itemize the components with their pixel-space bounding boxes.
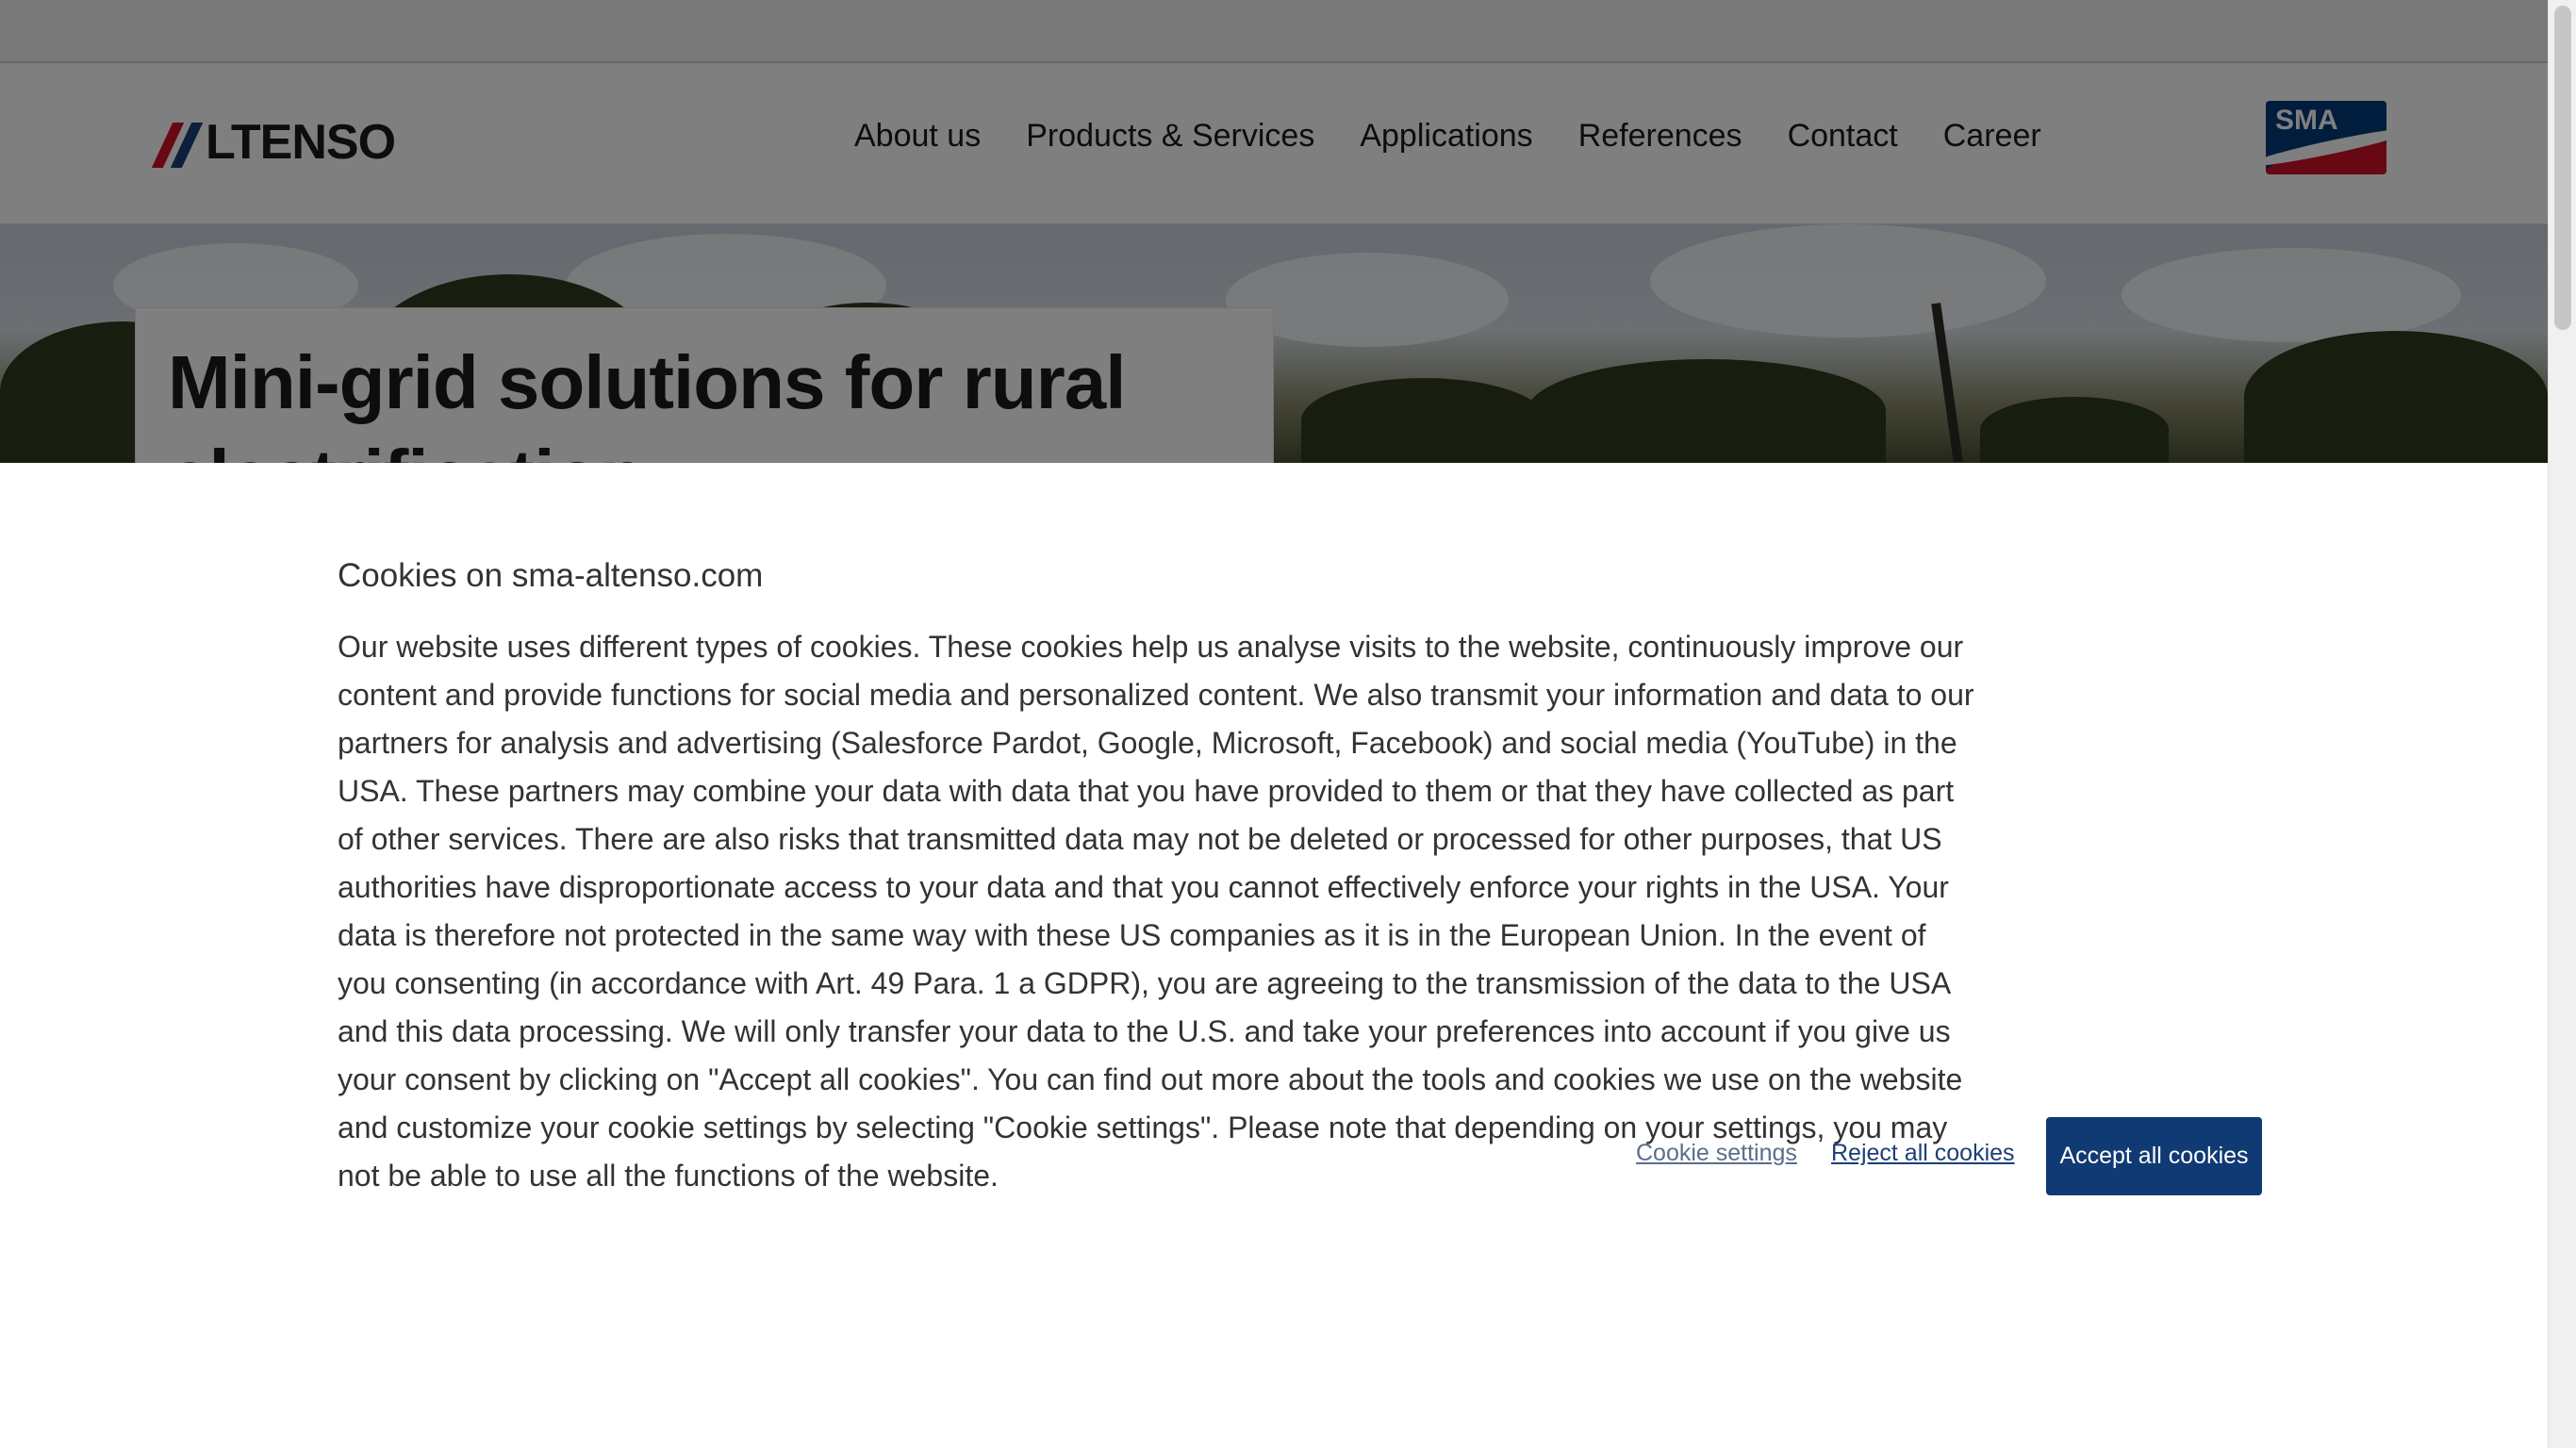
page: LTENSO About us Products & Services Appl… xyxy=(0,0,2548,1448)
page-scrollbar[interactable] xyxy=(2548,0,2576,1448)
cookie-banner: Cookies on sma-altenso.com Our website u… xyxy=(0,463,2548,1448)
scrollbar-thumb[interactable] xyxy=(2554,6,2571,330)
cookie-banner-title: Cookies on sma-altenso.com xyxy=(338,557,764,594)
accept-all-cookies-button[interactable]: Accept all cookies xyxy=(2046,1117,2262,1195)
cookie-banner-text: Our website uses different types of cook… xyxy=(338,630,1974,1193)
cookie-settings-link[interactable]: Cookie settings xyxy=(1636,1140,1797,1167)
reject-all-cookies-link[interactable]: Reject all cookies xyxy=(1831,1140,2015,1167)
modal-backdrop xyxy=(0,0,2548,463)
